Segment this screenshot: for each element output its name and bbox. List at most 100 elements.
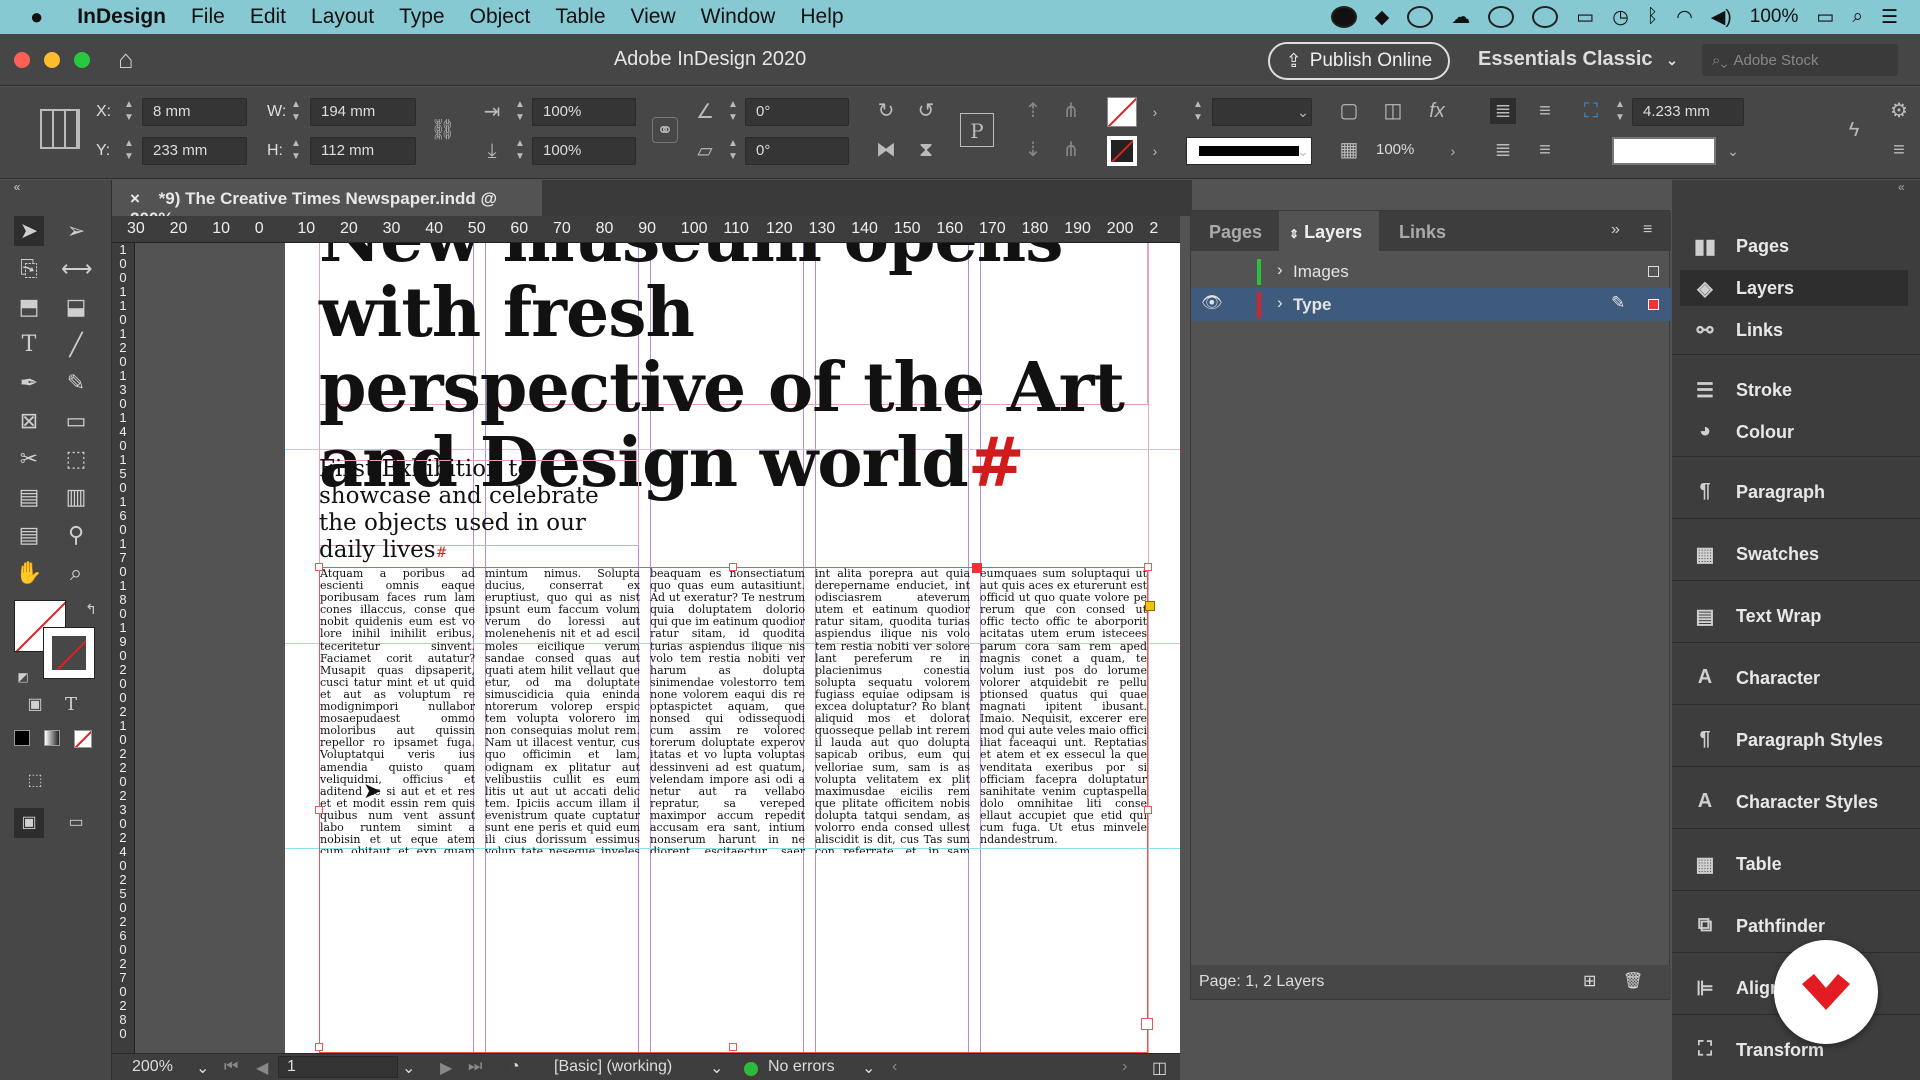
constrain-proportions-icon[interactable]: ⛓	[430, 117, 456, 143]
shear-field[interactable]: 0°	[745, 137, 849, 165]
record-icon[interactable]	[1330, 6, 1357, 28]
menu-file[interactable]: File	[191, 5, 225, 29]
text-frame-options-icon[interactable]: ≣	[1490, 137, 1516, 163]
dock-text-wrap[interactable]: ▤ Text Wrap	[1680, 598, 1908, 634]
select-content-icon[interactable]: ⇣	[1020, 137, 1046, 163]
handle-bl[interactable]	[315, 1043, 323, 1051]
note-tool-icon[interactable]: ▤	[14, 520, 44, 550]
menu-table[interactable]: Table	[555, 5, 605, 29]
scale-y-stepper[interactable]: ▲ ▼	[512, 137, 528, 165]
dropbox-icon[interactable]: ◆	[1375, 6, 1390, 29]
layer-name-images[interactable]: Images	[1293, 262, 1349, 282]
rotate-field[interactable]: 0°	[745, 98, 849, 126]
stroke-type-chevron-icon[interactable]: ⌄	[1290, 138, 1316, 164]
wifi-icon[interactable]: ◠	[1676, 6, 1693, 29]
sync-icon[interactable]	[1488, 6, 1515, 28]
previous-page-icon[interactable]: ◀	[256, 1058, 268, 1078]
scissors-tool-icon[interactable]: ✂	[14, 444, 44, 474]
apply-color-icon[interactable]	[14, 730, 30, 746]
airplay-icon[interactable]: ▭	[1576, 6, 1594, 29]
default-fill-stroke-icon[interactable]: ◩	[8, 662, 38, 692]
page-field[interactable]: 1	[278, 1056, 398, 1078]
panel-menu-icon[interactable]: ≡	[1886, 137, 1912, 163]
select-previous-icon[interactable]: ⋔	[1058, 98, 1084, 124]
delete-layer-icon[interactable]: 🗑	[1623, 971, 1643, 991]
menu-edit[interactable]: Edit	[250, 5, 286, 29]
auto-fit-icon[interactable]: ⛶	[1578, 98, 1604, 124]
content-collector-icon[interactable]: ⬒	[14, 292, 44, 322]
zoom-chevron-icon[interactable]: ⌄	[196, 1058, 209, 1078]
object-style-chevron-icon[interactable]: ⌄	[1720, 138, 1746, 164]
split-layout-icon[interactable]: ◫	[1152, 1058, 1167, 1078]
h-field[interactable]: 112 mm	[310, 137, 416, 165]
dock-pathfinder[interactable]: ⧉ Pathfinder	[1680, 908, 1908, 944]
gradient-feather-tool-icon[interactable]: ▥	[61, 482, 91, 512]
dock-links[interactable]: ⚯ Links	[1680, 312, 1908, 348]
expand-chevron-icon[interactable]: ›	[1277, 293, 1283, 313]
free-transform-tool-icon[interactable]: ⬚	[61, 444, 91, 474]
out-port-handle[interactable]	[1145, 601, 1155, 611]
dock-character-styles[interactable]: A Character Styles	[1680, 784, 1908, 820]
flip-vertical-icon[interactable]: ⧗	[913, 137, 939, 163]
stroke-weight-dropdown-icon[interactable]: ⌄	[1290, 99, 1316, 125]
dock-stroke[interactable]: ☰ Stroke	[1680, 372, 1908, 408]
zoom-tool-icon[interactable]: ⌕	[61, 558, 91, 588]
w-stepper[interactable]: ▲ ▼	[288, 98, 304, 126]
handle-ml[interactable]	[315, 806, 323, 814]
layer-row-type[interactable]: 👁 › Type ✎	[1191, 288, 1671, 321]
drop-shadow-icon[interactable]: ◫	[1380, 98, 1406, 124]
preflight-chevron-icon[interactable]: ⌄	[862, 1058, 875, 1078]
last-page-icon[interactable]: ⏭	[468, 1058, 482, 1076]
selection-tool-icon[interactable]: ➤	[14, 216, 44, 246]
layer-selection-square[interactable]	[1648, 266, 1659, 277]
rotate-clockwise-icon[interactable]: ↻	[873, 98, 899, 124]
document-page[interactable]: New museum opens with fresh perspective …	[285, 243, 1180, 1053]
app-menu[interactable]: InDesign	[77, 5, 166, 29]
flip-horizontal-icon[interactable]: ⧓	[873, 137, 899, 163]
eyedropper-tool-icon[interactable]: ⚲	[61, 520, 91, 550]
dock-table[interactable]: ▦ Table	[1680, 846, 1908, 882]
body-column-2[interactable]: mintum nimus. Solupta ducius, conserrat …	[485, 568, 640, 853]
expand-chevron-icon[interactable]: ›	[1277, 260, 1283, 280]
opacity-chevron-icon[interactable]: ›	[1440, 138, 1466, 164]
body-column-3[interactable]: beaquam es nonsectiatum quo quas eum aut…	[650, 568, 805, 853]
close-tab-icon[interactable]: ×	[130, 189, 140, 208]
stroke-offset-stepper[interactable]: ▲ ▼	[1612, 98, 1628, 126]
next-page-icon[interactable]: ▶	[440, 1058, 452, 1078]
gap-tool-icon[interactable]: ⟷	[61, 254, 93, 284]
spotlight-icon[interactable]: ⌕	[1852, 6, 1863, 28]
open-cloud-icon[interactable]: ◔	[510, 1058, 520, 1076]
first-page-icon[interactable]: ⏮	[224, 1058, 238, 1076]
cloud-icon[interactable]: ☁	[1451, 6, 1470, 29]
hand-tool-icon[interactable]: ✋	[14, 558, 44, 588]
handle-tm[interactable]	[729, 563, 737, 571]
dock-paragraph[interactable]: ¶ Paragraph	[1680, 474, 1908, 510]
quick-apply-icon[interactable]: ϟ	[1841, 117, 1867, 143]
menu-object[interactable]: Object	[470, 5, 531, 29]
volume-icon[interactable]: ◀)	[1711, 6, 1732, 29]
fill-menu-chevron-icon[interactable]: ›	[1142, 99, 1168, 125]
creative-cloud-icon[interactable]	[1407, 6, 1434, 28]
handle-bm[interactable]	[729, 1043, 737, 1051]
overlay-logo-button[interactable]	[1774, 940, 1878, 1044]
menu-layout[interactable]: Layout	[311, 5, 374, 29]
type-tool-icon[interactable]: T	[14, 330, 44, 360]
rotate-counterclockwise-icon[interactable]: ↺	[913, 98, 939, 124]
document-tab[interactable]: × *9) The Creative Times Newspaper.indd …	[112, 180, 542, 228]
tab-pages[interactable]: Pages	[1209, 211, 1279, 251]
dock-character[interactable]: A Character	[1680, 660, 1908, 696]
text-columns-icon[interactable]: ≡	[1532, 137, 1558, 163]
dock-colour[interactable]: ◕ Colour	[1680, 414, 1908, 450]
screen-mode-icon[interactable]: ▭	[61, 808, 91, 838]
scale-x-stepper[interactable]: ▲ ▼	[512, 98, 528, 126]
line-tool-icon[interactable]: ╱	[61, 330, 91, 360]
handle-mr[interactable]	[1144, 806, 1152, 814]
settings-gear-icon[interactable]: ⚙	[1886, 98, 1912, 124]
collapse-dock-icon[interactable]: «	[1898, 180, 1905, 194]
fill-none-swatch[interactable]	[1107, 97, 1137, 127]
stroke-weight-stepper[interactable]: ▲ ▼	[1190, 98, 1206, 126]
apply-none-icon[interactable]	[74, 730, 92, 748]
body-column-1[interactable]: Atquam a poribus ad escienti omnis eaque…	[320, 568, 475, 853]
normal-view-icon[interactable]: ▣	[14, 808, 44, 838]
rectangle-tool-icon[interactable]: ▭	[61, 406, 91, 436]
